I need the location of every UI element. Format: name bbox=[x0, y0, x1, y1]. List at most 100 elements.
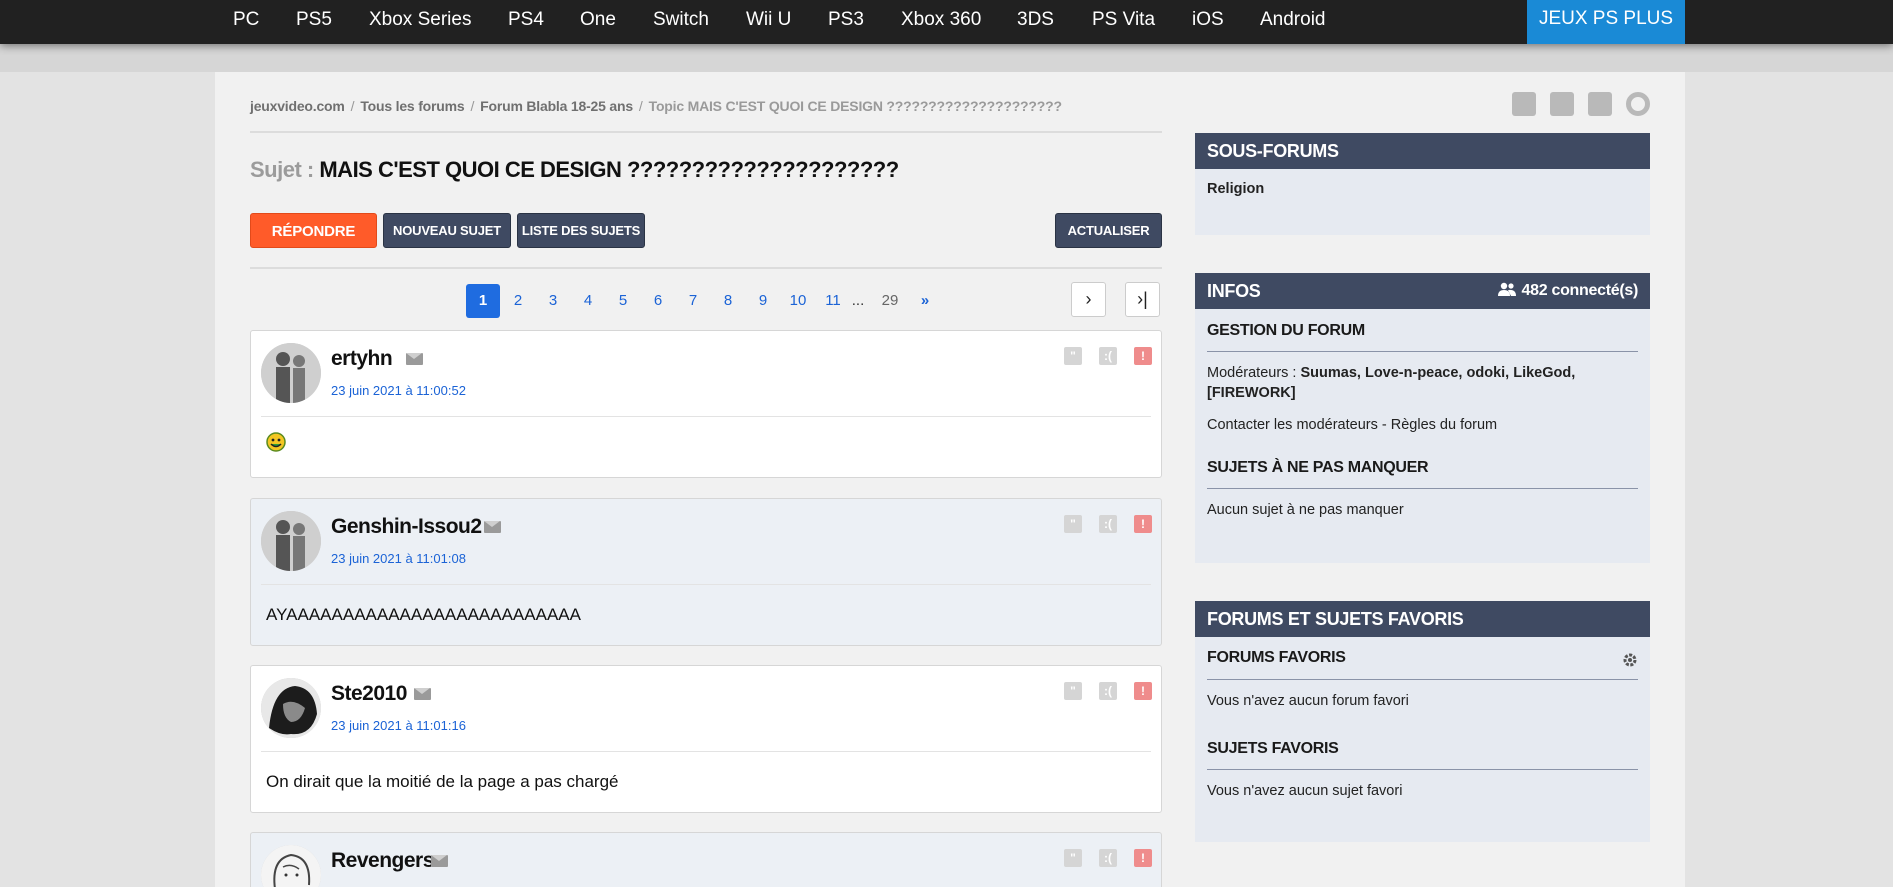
alert-icon[interactable]: ! bbox=[1134, 515, 1152, 533]
phone-icon[interactable] bbox=[1588, 92, 1612, 116]
quote-icon[interactable]: " bbox=[1064, 849, 1082, 867]
page-7[interactable]: 7 bbox=[676, 284, 710, 318]
moderators-list[interactable]: Suumas, Love-n-peace, odoki, LikeGod, bbox=[1301, 365, 1576, 381]
breadcrumb-topic: Topic MAIS C'EST QUOI CE DESIGN ????????… bbox=[648, 98, 1062, 114]
post-date[interactable]: 23 juin 2021 à 11:01:08 bbox=[331, 551, 466, 566]
avatar[interactable] bbox=[261, 678, 321, 738]
frown-icon[interactable]: :( bbox=[1099, 682, 1117, 700]
divider bbox=[1207, 769, 1638, 770]
breadcrumb-forum[interactable]: Forum Blabla 18-25 ans bbox=[480, 98, 633, 114]
avatar[interactable] bbox=[261, 511, 321, 571]
mail-icon[interactable] bbox=[431, 855, 448, 867]
subforum-link-religion[interactable]: Religion bbox=[1207, 181, 1264, 197]
forum-post: Ste2010 23 juin 2021 à 11:01:16 " :( ! O… bbox=[250, 665, 1162, 813]
ps-plus-promo[interactable]: JEUX PS PLUS bbox=[1527, 0, 1685, 44]
nav-item-ios[interactable]: iOS bbox=[1192, 9, 1224, 31]
page-4[interactable]: 4 bbox=[571, 284, 605, 318]
refresh-button[interactable]: ACTUALISER bbox=[1055, 213, 1162, 248]
page-2[interactable]: 2 bbox=[501, 284, 535, 318]
page-title: Sujet : MAIS C'EST QUOI CE DESIGN ??????… bbox=[250, 157, 899, 183]
nav-item-ps-vita[interactable]: PS Vita bbox=[1092, 9, 1155, 31]
avatar[interactable] bbox=[261, 845, 321, 887]
star-icon[interactable] bbox=[1512, 92, 1536, 116]
post-date[interactable]: 23 juin 2021 à 11:01:16 bbox=[331, 718, 466, 733]
post-author[interactable]: Genshin-Issou2 bbox=[331, 515, 482, 539]
nav-item-ps4[interactable]: PS4 bbox=[508, 9, 544, 31]
topic-list-button[interactable]: LISTE DES SUJETS bbox=[517, 213, 645, 248]
nav-item-xbox-series[interactable]: Xbox Series bbox=[369, 9, 471, 31]
post-author[interactable]: Revengers bbox=[331, 849, 434, 873]
page-6[interactable]: 6 bbox=[641, 284, 675, 318]
alert-icon[interactable]: ! bbox=[1134, 347, 1152, 365]
favorite-forums-text: Vous n'avez aucun forum favori bbox=[1207, 693, 1409, 709]
page-8[interactable]: 8 bbox=[711, 284, 745, 318]
breadcrumb-home[interactable]: jeuxvideo.com bbox=[250, 98, 345, 114]
pagination-ellipsis: ... bbox=[851, 292, 865, 309]
nav-item-ps3[interactable]: PS3 bbox=[828, 9, 864, 31]
last-page-icon[interactable]: ›| bbox=[1125, 282, 1160, 317]
moderators-list-continued[interactable]: [FIREWORK] bbox=[1207, 385, 1296, 401]
divider bbox=[261, 584, 1151, 585]
moderators-line: Modérateurs : Suumas, Love-n-peace, odok… bbox=[1207, 365, 1575, 381]
settings-gear-icon[interactable] bbox=[1626, 92, 1650, 116]
divider bbox=[1207, 488, 1638, 489]
moderators-label: Modérateurs : bbox=[1207, 365, 1297, 381]
post-date[interactable]: 23 juin 2021 à 11:00:52 bbox=[331, 383, 466, 398]
nav-item-ps5[interactable]: PS5 bbox=[296, 9, 332, 31]
divider bbox=[1207, 351, 1638, 352]
page-5[interactable]: 5 bbox=[606, 284, 640, 318]
avatar[interactable] bbox=[261, 343, 321, 403]
breadcrumb-forums[interactable]: Tous les forums bbox=[360, 98, 464, 114]
page-10[interactable]: 10 bbox=[781, 284, 815, 318]
reply-button[interactable]: RÉPONDRE bbox=[250, 213, 377, 248]
quote-icon[interactable]: " bbox=[1064, 682, 1082, 700]
mail-icon[interactable] bbox=[484, 521, 501, 533]
forum-management-title: GESTION DU FORUM bbox=[1207, 322, 1365, 339]
quote-icon[interactable]: " bbox=[1064, 347, 1082, 365]
nav-item-one[interactable]: One bbox=[580, 9, 616, 31]
connected-label: 482 connecté(s) bbox=[1521, 282, 1639, 299]
favorites-settings-gear-icon[interactable] bbox=[1622, 652, 1638, 668]
smiley-icon bbox=[266, 432, 286, 452]
divider bbox=[261, 751, 1151, 752]
must-see-text: Aucun sujet à ne pas manquer bbox=[1207, 502, 1404, 518]
alert-icon[interactable]: ! bbox=[1134, 849, 1152, 867]
nav-item-switch[interactable]: Switch bbox=[653, 9, 709, 31]
divider bbox=[250, 131, 1162, 133]
quote-icon[interactable]: " bbox=[1064, 515, 1082, 533]
page-next-arrow[interactable]: » bbox=[908, 284, 942, 318]
infos-title: INFOS bbox=[1207, 281, 1261, 301]
connected-count: 482 connecté(s) bbox=[1497, 273, 1638, 309]
contact-moderators-link[interactable]: Contacter les modérateurs - Règles du fo… bbox=[1207, 417, 1497, 433]
nav-item-wii-u[interactable]: Wii U bbox=[746, 9, 791, 31]
page-1[interactable]: 1 bbox=[466, 284, 500, 318]
page-3[interactable]: 3 bbox=[536, 284, 570, 318]
post-content bbox=[266, 432, 286, 457]
frown-icon[interactable]: :( bbox=[1099, 849, 1117, 867]
page-last[interactable]: 29 bbox=[873, 284, 907, 318]
favorites-panel: FORUMS ET SUJETS FAVORIS FORUMS FAVORIS … bbox=[1195, 601, 1650, 842]
post-text: On dirait que la moitié de la page a pas… bbox=[266, 772, 619, 791]
forum-post: Revengers " :( ! bbox=[250, 832, 1162, 887]
alert-icon[interactable]: ! bbox=[1134, 682, 1152, 700]
page-9[interactable]: 9 bbox=[746, 284, 780, 318]
nav-item-xbox-360[interactable]: Xbox 360 bbox=[901, 9, 981, 31]
forum-post: Genshin-Issou2 23 juin 2021 à 11:01:08 "… bbox=[250, 498, 1162, 646]
frown-icon[interactable]: :( bbox=[1099, 515, 1117, 533]
next-page-chevron-icon[interactable]: › bbox=[1071, 282, 1106, 317]
mail-icon[interactable] bbox=[406, 353, 423, 365]
page-11[interactable]: 11 bbox=[816, 284, 850, 318]
post-author[interactable]: Ste2010 bbox=[331, 682, 407, 706]
favorites-header: FORUMS ET SUJETS FAVORIS bbox=[1195, 601, 1650, 637]
favorite-forums-title: FORUMS FAVORIS bbox=[1207, 649, 1346, 666]
post-author[interactable]: ertyhn bbox=[331, 347, 393, 371]
nav-item-3ds[interactable]: 3DS bbox=[1017, 9, 1054, 31]
divider bbox=[261, 416, 1151, 417]
frown-icon[interactable]: :( bbox=[1099, 347, 1117, 365]
top-navigation: PC PS5 Xbox Series PS4 One Switch Wii U … bbox=[0, 0, 1893, 44]
mail-icon[interactable] bbox=[414, 688, 431, 700]
new-topic-button[interactable]: NOUVEAU SUJET bbox=[383, 213, 511, 248]
nav-item-pc[interactable]: PC bbox=[233, 9, 259, 31]
shield-icon[interactable] bbox=[1550, 92, 1574, 116]
nav-item-android[interactable]: Android bbox=[1260, 9, 1326, 31]
